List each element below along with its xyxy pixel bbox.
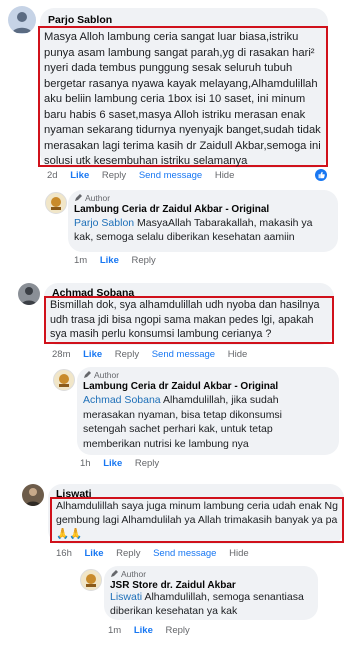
like-button[interactable]: Like <box>70 170 89 181</box>
timestamp[interactable]: 1m <box>108 625 121 636</box>
timestamp[interactable]: 1h <box>80 458 91 469</box>
avatar[interactable] <box>22 484 44 506</box>
avatar[interactable] <box>53 369 75 391</box>
author-label: Author <box>94 370 120 380</box>
comment-actions: 16h Like Reply Send message Hide <box>56 548 259 559</box>
like-reaction-icon[interactable] <box>315 169 327 181</box>
reply-actions: 1h Like Reply <box>80 458 169 469</box>
mention-link[interactable]: Parjo Sablon <box>74 217 134 229</box>
comment-text: Masya Alloh lambung ceria sangat luar bi… <box>44 31 321 167</box>
hide-button[interactable]: Hide <box>228 349 248 360</box>
comment-actions: 2d Like Reply Send message Hide <box>47 170 244 181</box>
reply-button[interactable]: Reply <box>132 255 156 266</box>
reply-author[interactable]: Lambung Ceria dr Zaidul Akbar - Original <box>83 381 278 392</box>
author-label: Author <box>121 569 147 579</box>
timestamp[interactable]: 1m <box>74 255 87 266</box>
reply-author[interactable]: JSR Store dr. Zaidul Akbar <box>110 580 236 591</box>
timestamp[interactable]: 28m <box>52 349 70 360</box>
reply-bubble: Author Lambung Ceria dr Zaidul Akbar - O… <box>77 367 339 455</box>
like-button[interactable]: Like <box>100 255 119 266</box>
person-icon <box>21 287 37 305</box>
avatar[interactable] <box>45 192 67 214</box>
person-icon <box>12 12 32 33</box>
like-button[interactable]: Like <box>85 548 104 559</box>
timestamp[interactable]: 16h <box>56 548 72 559</box>
page-logo-icon <box>86 574 96 587</box>
reply-button[interactable]: Reply <box>135 458 159 469</box>
reply-bubble: Author Lambung Ceria dr Zaidul Akbar - O… <box>68 190 338 252</box>
comment-author[interactable]: Parjo Sablon <box>48 14 112 26</box>
reply-button[interactable]: Reply <box>115 349 139 360</box>
send-message-button[interactable]: Send message <box>152 349 215 360</box>
comment-text: Alhamdulillah saya juga minum lambung ce… <box>56 500 338 540</box>
author-pen-icon <box>84 371 91 378</box>
reply-text: Parjo Sablon MasyaAllah Tabarakallah, ma… <box>74 216 332 244</box>
author-badge: Author <box>74 193 110 203</box>
author-label: Author <box>85 193 111 203</box>
mention-link[interactable]: Liswati <box>110 591 142 603</box>
hide-button[interactable]: Hide <box>229 548 249 559</box>
author-pen-icon <box>111 570 118 577</box>
reply-button[interactable]: Reply <box>102 170 126 181</box>
reply-text: Liswati Alhamdulillah, semoga senantiasa… <box>110 591 314 618</box>
reply-text: Achmad Sobana Alhamdulillah, jika sudah … <box>83 393 313 451</box>
comment-text: Bismillah dok, sya alhamdulillah udh nyo… <box>50 299 320 340</box>
author-badge: Author <box>110 569 146 579</box>
page-logo-icon <box>51 197 61 210</box>
reply-actions: 1m Like Reply <box>108 625 200 636</box>
avatar[interactable] <box>8 6 36 34</box>
reply-author[interactable]: Lambung Ceria dr Zaidul Akbar - Original <box>74 204 269 215</box>
timestamp[interactable]: 2d <box>47 170 58 181</box>
mention-link[interactable]: Achmad Sobana <box>83 394 161 406</box>
person-icon <box>25 488 41 506</box>
avatar[interactable] <box>80 569 102 591</box>
reply-button[interactable]: Reply <box>166 625 190 636</box>
page-logo-icon <box>59 374 69 387</box>
author-pen-icon <box>75 194 82 201</box>
hide-button[interactable]: Hide <box>215 170 235 181</box>
like-button[interactable]: Like <box>83 349 102 360</box>
send-message-button[interactable]: Send message <box>139 170 202 181</box>
like-button[interactable]: Like <box>134 625 153 636</box>
reply-actions: 1m Like Reply <box>74 255 166 266</box>
author-badge: Author <box>83 370 119 380</box>
comment-actions: 28m Like Reply Send message Hide <box>52 349 257 360</box>
avatar[interactable] <box>18 283 40 305</box>
send-message-button[interactable]: Send message <box>153 548 216 559</box>
reply-button[interactable]: Reply <box>116 548 140 559</box>
like-button[interactable]: Like <box>103 458 122 469</box>
reply-bubble: Author JSR Store dr. Zaidul Akbar Liswat… <box>104 566 318 620</box>
